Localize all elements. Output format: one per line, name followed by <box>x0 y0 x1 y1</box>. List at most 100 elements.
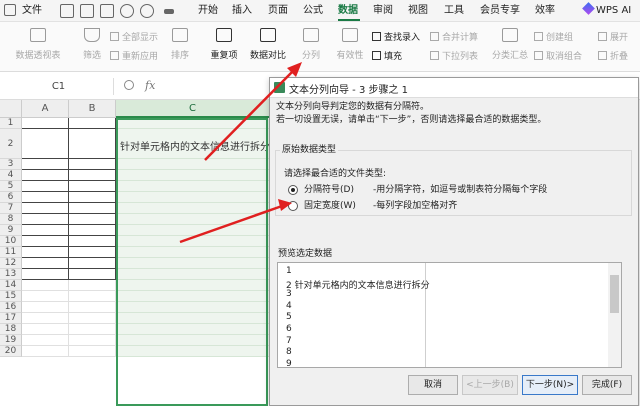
tab-tools[interactable]: 工具 <box>444 4 464 18</box>
data-compare-button[interactable]: 数据对比 <box>248 28 286 68</box>
tab-member[interactable]: 会员专享 <box>480 4 520 18</box>
row-header[interactable]: 7 <box>0 203 22 214</box>
table-cell-c[interactable] <box>116 291 270 302</box>
table-cell[interactable] <box>69 203 116 214</box>
table-cell[interactable] <box>69 225 116 236</box>
name-box[interactable]: C1 <box>4 78 114 95</box>
row-header[interactable]: 9 <box>0 225 22 236</box>
dropdown-list-button[interactable]: 下拉列表 <box>430 51 478 63</box>
radio-delimited[interactable] <box>288 185 298 195</box>
row-header[interactable]: 20 <box>0 346 22 357</box>
fill-button[interactable]: 填充 <box>372 51 402 63</box>
row-header[interactable]: 10 <box>0 236 22 247</box>
table-cell[interactable] <box>69 346 116 357</box>
scrollbar-thumb[interactable] <box>610 275 619 313</box>
row-header[interactable]: 1 <box>0 118 22 129</box>
table-cell[interactable] <box>69 258 116 269</box>
tab-home[interactable]: 开始 <box>198 4 218 18</box>
back-button[interactable]: <上一步(B) <box>462 375 518 395</box>
print-preview-icon[interactable] <box>100 4 114 18</box>
create-group-button[interactable]: 创建组 <box>534 32 573 44</box>
data-preview[interactable]: 1 2 针对单元格内的文本信息进行拆分 3 4 5 6 7 8 9 <box>277 262 622 368</box>
table-cell[interactable] <box>22 291 69 302</box>
table-cell-c[interactable] <box>116 324 270 335</box>
sort-button[interactable]: 排序 <box>160 28 198 68</box>
table-cell-c[interactable] <box>116 181 270 192</box>
table-cell[interactable] <box>69 236 116 247</box>
table-cell-c[interactable] <box>116 225 270 236</box>
table-cell[interactable] <box>22 302 69 313</box>
tab-efficiency[interactable]: 效率 <box>535 4 555 18</box>
table-cell[interactable] <box>22 159 69 170</box>
table-cell[interactable] <box>22 129 69 159</box>
table-cell[interactable] <box>22 192 69 203</box>
table-cell[interactable] <box>22 280 69 291</box>
filter-button[interactable]: 筛选 <box>72 28 110 68</box>
table-cell[interactable] <box>69 170 116 181</box>
table-cell-c[interactable] <box>116 346 270 357</box>
collapse-button[interactable]: 折叠 <box>598 51 628 63</box>
row-header[interactable]: 4 <box>0 170 22 181</box>
table-cell[interactable] <box>22 170 69 181</box>
table-cell[interactable] <box>69 181 116 192</box>
tab-view[interactable]: 视图 <box>408 4 428 18</box>
table-cell-c[interactable] <box>116 335 270 346</box>
dialog-title-bar[interactable]: 文本分列向导 - 3 步骤之 1 <box>270 78 638 98</box>
cancel-button[interactable]: 取消 <box>408 375 458 395</box>
validity-button[interactable]: 有效性 <box>330 28 368 68</box>
reapply-button[interactable]: 重新应用 <box>110 51 158 63</box>
table-cell[interactable] <box>22 181 69 192</box>
table-cell[interactable] <box>22 118 69 129</box>
table-cell-c[interactable] <box>116 313 270 324</box>
table-cell[interactable] <box>22 324 69 335</box>
row-header[interactable]: 18 <box>0 324 22 335</box>
table-cell-c[interactable] <box>116 258 270 269</box>
table-cell-c[interactable] <box>116 214 270 225</box>
pivot-table-button[interactable]: 数据透视表 <box>15 28 61 68</box>
row-header[interactable]: 3 <box>0 159 22 170</box>
dropdown-icon[interactable] <box>164 9 174 14</box>
table-cell[interactable] <box>22 203 69 214</box>
row-header[interactable]: 14 <box>0 280 22 291</box>
table-cell-c[interactable] <box>116 192 270 203</box>
print-icon[interactable] <box>80 4 94 18</box>
tab-insert[interactable]: 插入 <box>232 4 252 18</box>
row-header[interactable]: 13 <box>0 269 22 280</box>
file-menu[interactable]: 文件 <box>22 4 42 18</box>
radio-fixed-width[interactable] <box>288 201 298 211</box>
row-header[interactable]: 17 <box>0 313 22 324</box>
table-cell-c[interactable] <box>116 159 270 170</box>
row-header[interactable]: 8 <box>0 214 22 225</box>
row-header[interactable]: 11 <box>0 247 22 258</box>
next-button[interactable]: 下一步(N)> <box>522 375 578 395</box>
table-cell[interactable] <box>22 247 69 258</box>
table-cell[interactable] <box>22 269 69 280</box>
save-icon[interactable] <box>60 4 74 18</box>
merge-calc-button[interactable]: 合并计算 <box>430 32 478 44</box>
row-header[interactable]: 6 <box>0 192 22 203</box>
option-delimited-label[interactable]: 分隔符号(D) <box>304 184 354 196</box>
table-cell[interactable] <box>69 313 116 324</box>
row-header[interactable]: 2 <box>0 129 22 159</box>
column-header-c[interactable]: C <box>116 100 270 118</box>
table-cell[interactable] <box>22 258 69 269</box>
table-cell[interactable] <box>69 335 116 346</box>
ungroup-button[interactable]: 取消组合 <box>534 51 582 63</box>
table-cell-c[interactable] <box>116 280 270 291</box>
row-header[interactable]: 12 <box>0 258 22 269</box>
table-cell[interactable] <box>22 214 69 225</box>
row-header[interactable]: 15 <box>0 291 22 302</box>
row-header[interactable]: 16 <box>0 302 22 313</box>
table-cell[interactable] <box>22 225 69 236</box>
expand-button[interactable]: 展开 <box>598 32 628 44</box>
search-icon[interactable] <box>124 80 134 90</box>
redo-icon[interactable] <box>140 4 154 18</box>
subtotal-button[interactable]: 分类汇总 <box>490 28 528 68</box>
table-cell[interactable] <box>69 159 116 170</box>
row-header[interactable]: 19 <box>0 335 22 346</box>
select-all-corner[interactable] <box>0 100 22 118</box>
table-cell[interactable] <box>69 118 116 129</box>
option-fixed-label[interactable]: 固定宽度(W) <box>304 200 356 212</box>
tab-review[interactable]: 审阅 <box>373 4 393 18</box>
tab-page[interactable]: 页面 <box>268 4 288 18</box>
